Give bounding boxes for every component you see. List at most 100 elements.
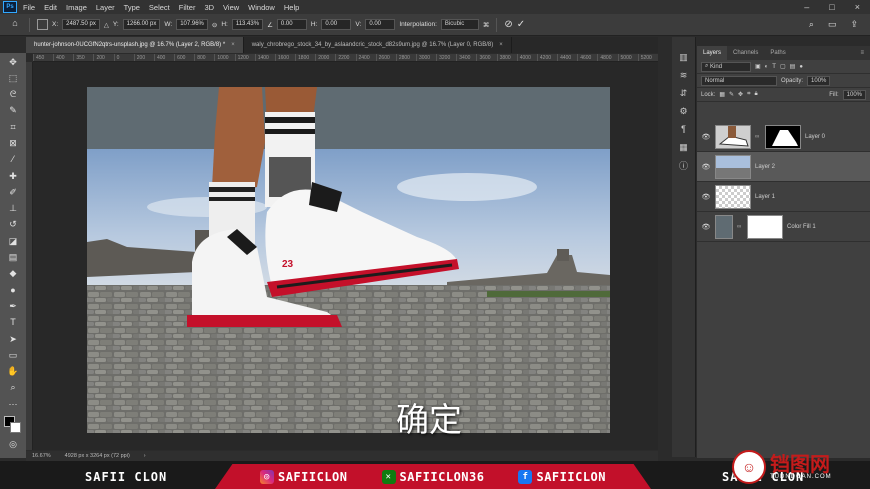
crop-tool-icon[interactable]: ⌗ <box>6 120 20 134</box>
filter-smart-icon[interactable]: ▤ <box>790 63 796 70</box>
cancel-transform-icon[interactable]: ⊘ <box>504 19 512 30</box>
home-icon[interactable]: ⌂ <box>8 16 22 30</box>
eraser-tool-icon[interactable]: ◪ <box>6 234 20 248</box>
menu-help[interactable]: Help <box>284 3 299 12</box>
menu-select[interactable]: Select <box>149 3 170 12</box>
menu-edit[interactable]: Edit <box>44 3 57 12</box>
kind-filter[interactable]: ⌕ Kind <box>701 61 751 72</box>
chain-link-icon[interactable]: ∞ <box>737 224 743 230</box>
visibility-eye-icon[interactable]: 👁︎ <box>701 193 711 201</box>
visibility-eye-icon[interactable]: 👁︎ <box>701 163 711 171</box>
eyedropper-tool-icon[interactable]: ⁄ <box>6 153 20 167</box>
pen-tool-icon[interactable]: ✒ <box>6 299 20 313</box>
shape-tool-icon[interactable]: ▭ <box>6 348 20 362</box>
commit-transform-icon[interactable]: ✓ <box>517 19 525 30</box>
tab-layers[interactable]: Layers <box>697 46 728 60</box>
vskew-field[interactable]: 0.00 <box>365 19 396 30</box>
blend-mode-select[interactable]: Normal <box>701 75 777 86</box>
tab-close-icon[interactable]: × <box>499 42 503 48</box>
healing-tool-icon[interactable]: ✚ <box>6 169 20 183</box>
background-color[interactable] <box>10 421 21 433</box>
more-tools-icon[interactable]: ⋯ <box>6 397 20 411</box>
canvas-area[interactable]: 23 <box>33 62 658 450</box>
warp-icon[interactable]: ⌘ <box>483 21 490 29</box>
menu-filter[interactable]: Filter <box>179 3 196 12</box>
workspace-icon[interactable]: ▭ <box>828 19 837 30</box>
properties-icon[interactable]: ⚙ <box>678 105 690 117</box>
brush-settings-icon[interactable]: ≋ <box>678 69 690 81</box>
status-arrow-icon[interactable]: › <box>144 453 146 459</box>
menu-image[interactable]: Image <box>66 3 87 12</box>
filter-toggle-icon[interactable]: ● <box>799 64 803 70</box>
layer-mask-thumbnail[interactable] <box>765 124 801 149</box>
filter-shape-icon[interactable]: ▢ <box>780 63 786 70</box>
maximize-icon[interactable]: □ <box>829 2 834 12</box>
menu-window[interactable]: Window <box>248 3 275 12</box>
hskew-field[interactable]: 0.00 <box>321 19 352 30</box>
visibility-eye-icon[interactable]: 👁︎ <box>701 223 711 231</box>
minimize-icon[interactable]: – <box>804 2 809 12</box>
tab-paths[interactable]: Paths <box>764 46 791 60</box>
blur-tool-icon[interactable]: ◆ <box>6 267 20 281</box>
visibility-eye-icon[interactable]: 👁︎ <box>701 133 711 141</box>
width-field[interactable]: 107.96% <box>176 19 208 30</box>
history-icon[interactable]: ▥ <box>678 51 690 63</box>
menu-view[interactable]: View <box>223 3 239 12</box>
tab-waly-chrobrego[interactable]: waly_chrobrego_stock_34_by_aslaandcric_s… <box>244 37 512 53</box>
paragraph-icon[interactable]: ¶ <box>678 123 690 135</box>
info-icon[interactable]: ⓘ <box>678 159 690 171</box>
panel-menu-icon[interactable]: ≡ <box>860 50 864 56</box>
layer-name[interactable]: Layer 0 <box>805 134 825 140</box>
fill-thumbnail[interactable] <box>715 214 733 239</box>
libraries-icon[interactable]: ▦ <box>678 141 690 153</box>
layer-row-layer-0[interactable]: 👁︎ ∞ Layer 0 <box>697 122 870 152</box>
layer-name[interactable]: Color Fill 1 <box>787 224 816 230</box>
hand-tool-icon[interactable]: ✋ <box>6 365 20 379</box>
menu-type[interactable]: Type <box>124 3 140 12</box>
layer-name[interactable]: Layer 1 <box>755 194 775 200</box>
gradient-tool-icon[interactable]: ▤ <box>6 251 20 265</box>
layer-row-layer-1[interactable]: 👁︎ Layer 1 <box>697 182 870 212</box>
filter-type-icon[interactable]: T <box>772 64 776 70</box>
quick-mask-icon[interactable]: ◎ <box>6 438 20 452</box>
vertical-ruler[interactable] <box>26 62 33 450</box>
tab-hunter-johnson[interactable]: hunter-johnson-0UCGfN2qtrs-unsplash.jpg … <box>26 37 244 53</box>
interpolation-select[interactable]: Bicubic <box>440 19 479 30</box>
layer-thumbnail[interactable] <box>715 184 751 209</box>
dodge-tool-icon[interactable]: ● <box>6 283 20 297</box>
lasso-tool-icon[interactable]: ᘓ <box>6 88 20 102</box>
y-field[interactable]: 1266.00 px <box>122 19 161 30</box>
x-field[interactable]: 2487.50 px <box>62 19 100 30</box>
brush-tool-icon[interactable]: ✐ <box>6 185 20 199</box>
color-swatches[interactable] <box>4 415 22 434</box>
lock-paint-icon[interactable]: ✎ <box>729 91 734 98</box>
link-icon[interactable]: ⊖ <box>212 21 217 29</box>
layer-row-color-fill-1[interactable]: 👁︎ ∞ Color Fill 1 <box>697 212 870 242</box>
filter-pixel-icon[interactable]: ▣ <box>755 63 761 70</box>
frame-tool-icon[interactable]: ⊠ <box>6 136 20 150</box>
tab-channels[interactable]: Channels <box>727 46 764 60</box>
layer-mask-thumbnail[interactable] <box>747 214 783 239</box>
zoom-tool-icon[interactable]: ⌕ <box>6 381 20 395</box>
layer-name[interactable]: Layer 2 <box>755 164 775 170</box>
path-select-tool-icon[interactable]: ➤ <box>6 332 20 346</box>
close-icon[interactable]: × <box>855 2 860 12</box>
document-canvas[interactable]: 23 <box>87 87 610 433</box>
filter-adjust-icon[interactable]: ◐ <box>765 64 769 70</box>
lock-artboard-icon[interactable]: ⌗ <box>747 91 750 98</box>
tab-close-icon[interactable]: × <box>231 42 235 48</box>
height-field[interactable]: 113.43% <box>231 19 264 30</box>
lock-move-icon[interactable]: ✥ <box>738 91 743 98</box>
layer-thumbnail[interactable] <box>715 154 751 179</box>
stamp-tool-icon[interactable]: ⊥ <box>6 202 20 216</box>
layer-row-layer-2[interactable]: 👁︎ Layer 2 <box>697 152 870 182</box>
history-brush-icon[interactable]: ↺ <box>6 218 20 232</box>
type-tool-icon[interactable]: T <box>6 316 20 330</box>
reference-point-icon[interactable] <box>37 19 48 30</box>
menu-layer[interactable]: Layer <box>96 3 115 12</box>
search-icon[interactable]: ⌕ <box>809 19 814 30</box>
quick-select-tool-icon[interactable]: ✎ <box>6 104 20 118</box>
layer-thumbnail[interactable] <box>715 124 751 149</box>
chain-link-icon[interactable]: ∞ <box>755 134 761 140</box>
adjustments-icon[interactable]: ⇵ <box>678 87 690 99</box>
